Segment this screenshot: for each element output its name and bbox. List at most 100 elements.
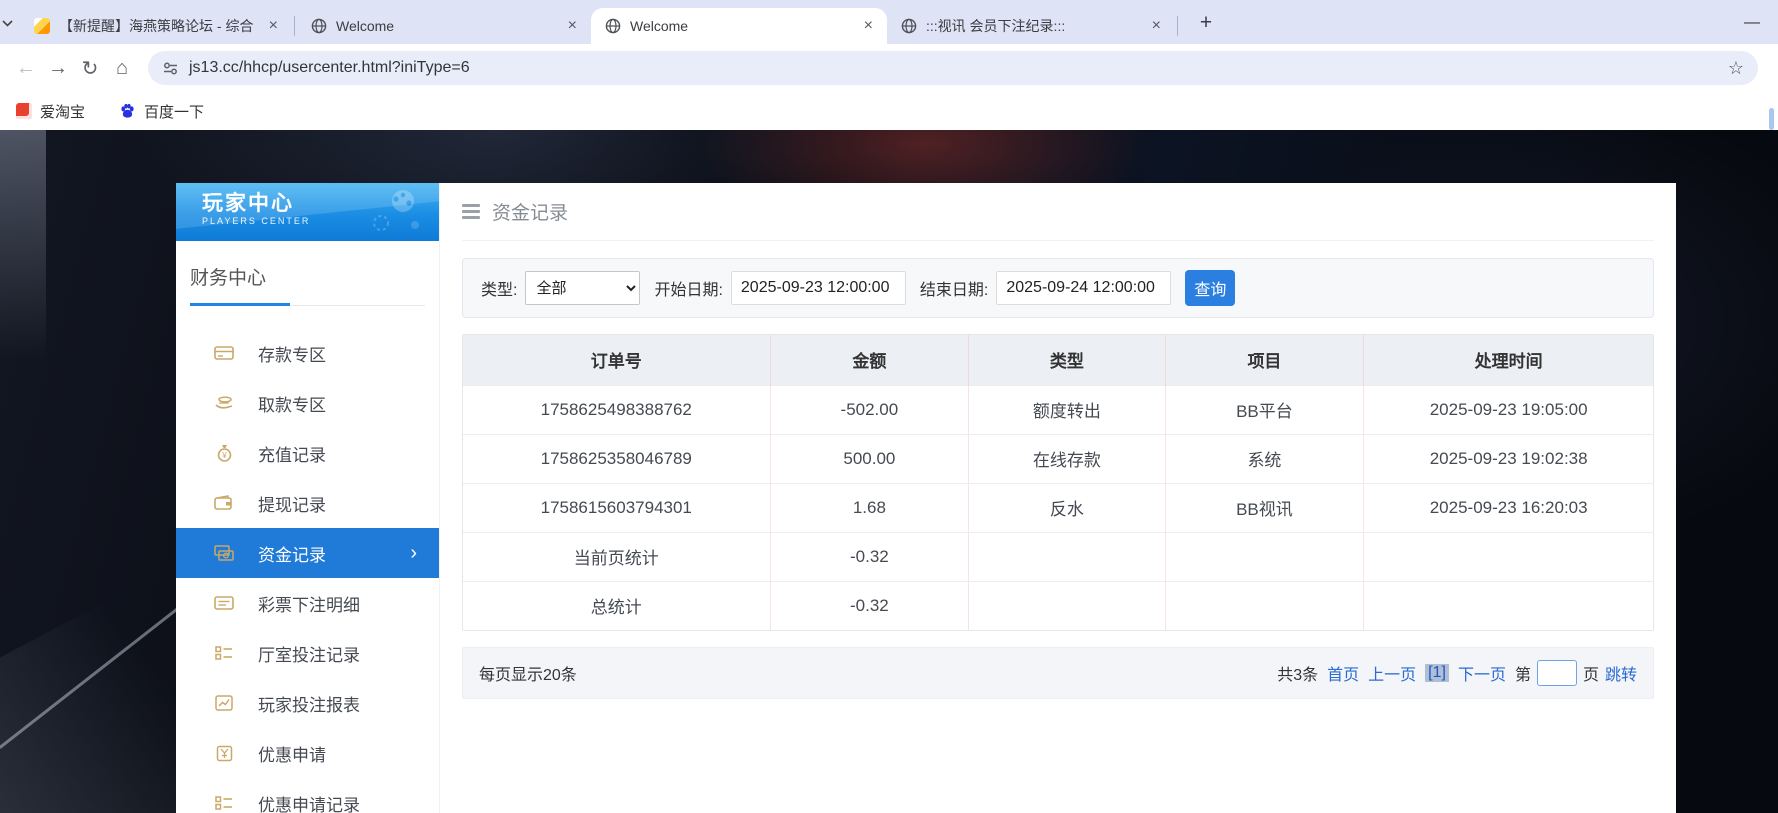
tab-title: :::视讯 会员下注纪录:::: [926, 18, 1066, 34]
tab-list-chevron-icon[interactable]: [2, 14, 13, 32]
cell-amount: 1.68: [769, 482, 969, 532]
sidebar-item-recharge-records[interactable]: ¥ 充值记录: [176, 428, 439, 478]
col-amount: 金额: [769, 335, 969, 385]
background-highlight: [0, 130, 46, 360]
banknotes-icon: [214, 544, 234, 562]
sidebar-item-deposit[interactable]: 存款专区: [176, 328, 439, 378]
current-page-indicator: [1]: [1425, 664, 1449, 682]
bookmark-baidu[interactable]: 百度一下: [119, 101, 204, 122]
sidebar-item-withdraw[interactable]: 取款专区: [176, 378, 439, 428]
close-icon[interactable]: ×: [562, 17, 583, 35]
type-select[interactable]: 全部: [525, 271, 641, 305]
content-header: 资金记录: [462, 183, 1654, 241]
scrollbar-thumb[interactable]: [1769, 108, 1774, 130]
cell-order-id: 1758625358046789: [463, 433, 771, 483]
sidebar-item-label: 提现记录: [258, 495, 326, 515]
sidebar-item-label: 优惠申请: [258, 745, 326, 765]
cell-order-id: 1758615603794301: [463, 482, 771, 532]
tab-divider: [294, 16, 295, 36]
tab-video-records[interactable]: :::视讯 会员下注纪录::: ×: [887, 8, 1175, 44]
jump-button[interactable]: 跳转: [1605, 661, 1637, 685]
end-date-label: 结束日期:: [919, 282, 989, 299]
deposit-card-icon: [214, 345, 234, 361]
jump-group: 第 页 跳转: [1515, 660, 1637, 686]
close-icon[interactable]: ×: [858, 17, 879, 35]
page-title: 资金记录: [492, 203, 569, 224]
close-icon[interactable]: ×: [263, 17, 284, 35]
sidebar-item-lottery-details[interactable]: 彩票下注明细: [176, 578, 439, 628]
checklist-icon: [214, 645, 234, 661]
cell-project: BB视讯: [1164, 482, 1364, 532]
table-row-page-total: 当前页统计 -0.32: [463, 531, 1653, 581]
cell-label: 总统计: [463, 580, 771, 630]
tab-welcome-2-active[interactable]: Welcome ×: [591, 8, 887, 44]
bookmark-star-icon[interactable]: ☆: [1728, 58, 1744, 79]
money-bag-icon: ¥: [214, 444, 234, 462]
bookmark-label: 百度一下: [144, 103, 205, 121]
cell-type: 额度转出: [968, 384, 1166, 434]
sidebar-item-cashout-records[interactable]: 提现记录: [176, 478, 439, 528]
first-page-link[interactable]: 首页: [1327, 661, 1359, 685]
home-button[interactable]: ⌂: [106, 57, 138, 80]
col-type: 类型: [968, 335, 1166, 385]
sidebar-item-promo-apply[interactable]: 优惠申请: [176, 728, 439, 778]
globe-icon: [901, 18, 917, 34]
tab-welcome-1[interactable]: Welcome ×: [297, 8, 591, 44]
cell-label: 当前页统计: [463, 531, 771, 581]
sidebar-menu: 存款专区 取款专区 ¥ 充值记录 提现记录 资金记录 › 彩票下注明细 厅室投注…: [176, 306, 439, 813]
sidebar-item-label: 存款专区: [258, 345, 326, 365]
window-minimize-button[interactable]: —: [1744, 14, 1760, 32]
url-text[interactable]: js13.cc/hhcp/usercenter.html?iniType=6: [189, 59, 470, 77]
jump-page-input[interactable]: [1536, 660, 1577, 686]
sidebar-item-player-bet-report[interactable]: 玩家投注报表: [176, 678, 439, 728]
end-date-input[interactable]: [996, 271, 1172, 305]
tab-forum[interactable]: 【新提醒】海燕策略论坛 - 综合 ×: [20, 8, 292, 44]
col-processed-time: 处理时间: [1363, 335, 1653, 385]
sidebar-item-label: 彩票下注明细: [258, 595, 360, 615]
cell-time: 2025-09-23 16:20:03: [1363, 482, 1653, 532]
records-table: 订单号 金额 类型 项目 处理时间 1758625498388762 -502.…: [463, 335, 1653, 630]
table-row-grand-total: 总统计 -0.32: [463, 580, 1653, 630]
filter-bar: 类型: 全部 开始日期: 结束日期: 查询: [462, 258, 1654, 318]
sidebar-item-label: 资金记录: [258, 545, 326, 565]
cell-project: 系统: [1164, 433, 1364, 483]
sidebar-item-hall-bet-records[interactable]: 厅室投注记录: [176, 628, 439, 678]
withdraw-hand-icon: [214, 395, 234, 411]
site-info-icon[interactable]: [162, 60, 179, 77]
sidebar-item-promo-apply-records[interactable]: 优惠申请记录: [176, 778, 439, 813]
start-date-input[interactable]: [730, 271, 906, 305]
bookmark-label: 爱淘宝: [40, 103, 86, 121]
tab-bar: 【新提醒】海燕策略论坛 - 综合 × Welcome × Welcome × :…: [0, 0, 1778, 44]
close-icon[interactable]: ×: [1146, 17, 1167, 35]
sidebar-item-label: 充值记录: [258, 445, 326, 465]
table-row: 1758625358046789 500.00 在线存款 系统 2025-09-…: [463, 433, 1653, 483]
forum-favicon-icon: [34, 18, 50, 34]
address-bar[interactable]: js13.cc/hhcp/usercenter.html?iniType=6 ☆: [148, 51, 1758, 85]
cell-project: BB平台: [1164, 384, 1364, 434]
cell-amount: -0.32: [769, 531, 969, 581]
section-underline: [190, 303, 425, 306]
globe-icon: [605, 18, 621, 34]
new-tab-button[interactable]: +: [1192, 11, 1220, 35]
browser-toolbar: ← → ↻ ⌂ js13.cc/hhcp/usercenter.html?ini…: [0, 44, 1778, 92]
bookmark-taobao[interactable]: 爱淘宝: [16, 101, 85, 122]
sidebar-item-fund-records[interactable]: 资金记录 ›: [176, 528, 439, 578]
forward-button[interactable]: →: [42, 57, 74, 80]
bookmarks-bar: 爱淘宝 百度一下: [0, 92, 1778, 130]
sidebar: 玩家中心 PLAYERS CENTER 财务中心 存款专区 取款专区 ¥ 充值记…: [176, 183, 440, 813]
svg-text:¥: ¥: [221, 451, 227, 460]
prev-page-link[interactable]: 上一页: [1368, 661, 1416, 685]
records-table-wrap: 订单号 金额 类型 项目 处理时间 1758625498388762 -502.…: [462, 334, 1654, 631]
search-button[interactable]: 查询: [1185, 270, 1236, 306]
total-count-text: 共3条: [1277, 667, 1319, 684]
cell-time: 2025-09-23 19:02:38: [1363, 433, 1653, 483]
taobao-icon: [16, 103, 32, 119]
cell-amount: 500.00: [769, 433, 969, 483]
sidebar-item-label: 厅室投注记录: [258, 645, 360, 665]
cell-amount: -0.32: [769, 580, 969, 630]
hamburger-icon[interactable]: [462, 204, 480, 219]
next-page-link[interactable]: 下一页: [1458, 661, 1506, 685]
reload-button[interactable]: ↻: [74, 56, 106, 81]
back-button[interactable]: ←: [10, 57, 42, 80]
promo-record-icon: [214, 795, 234, 811]
